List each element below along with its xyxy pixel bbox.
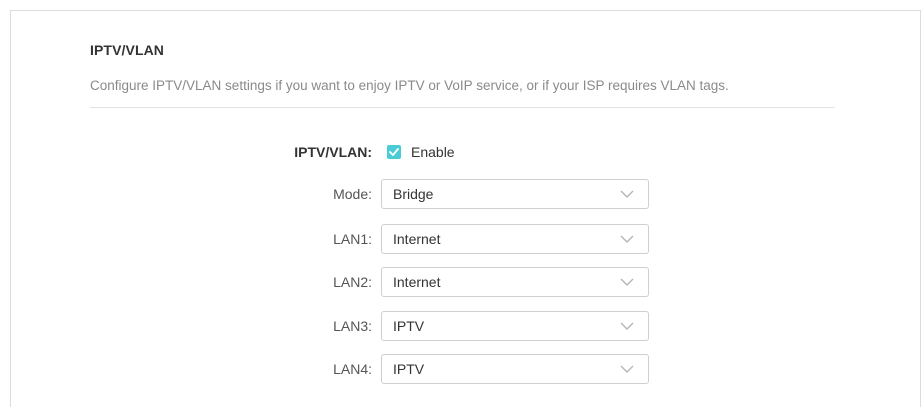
lan1-label: LAN1:: [333, 231, 372, 247]
lan2-select[interactable]: Internet: [381, 267, 649, 297]
chevron-down-icon: [620, 278, 634, 286]
chevron-down-icon: [620, 322, 634, 330]
lan4-select[interactable]: IPTV: [381, 354, 649, 384]
lan3-select-value: IPTV: [393, 318, 425, 334]
mode-select-value: Bridge: [393, 186, 434, 202]
iptv-vlan-label: IPTV/VLAN:: [294, 144, 372, 160]
lan1-row: LAN1: Internet: [0, 224, 922, 254]
lan1-select-value: Internet: [393, 231, 441, 247]
divider: [90, 107, 835, 108]
enable-label[interactable]: Enable: [411, 137, 455, 167]
lan3-row: LAN3: IPTV: [0, 311, 922, 341]
chevron-down-icon: [620, 235, 634, 243]
lan4-row: LAN4: IPTV: [0, 354, 922, 384]
lan2-select-value: Internet: [393, 274, 441, 290]
lan1-select[interactable]: Internet: [381, 224, 649, 254]
section-title: IPTV/VLAN: [90, 42, 165, 58]
check-icon: [389, 148, 399, 156]
mode-label: Mode:: [333, 186, 372, 202]
chevron-down-icon: [620, 365, 634, 373]
mode-select[interactable]: Bridge: [381, 179, 649, 209]
iptv-vlan-enable-checkbox[interactable]: [387, 145, 401, 159]
lan2-label: LAN2:: [333, 274, 372, 290]
lan3-select[interactable]: IPTV: [381, 311, 649, 341]
section-description: Configure IPTV/VLAN settings if you want…: [90, 78, 729, 93]
chevron-down-icon: [620, 190, 634, 198]
lan3-label: LAN3:: [333, 318, 372, 334]
lan2-row: LAN2: Internet: [0, 267, 922, 297]
lan4-select-value: IPTV: [393, 361, 425, 377]
iptv-vlan-row: IPTV/VLAN: Enable: [0, 137, 922, 167]
mode-row: Mode: Bridge: [0, 179, 922, 209]
lan4-label: LAN4:: [333, 361, 372, 377]
